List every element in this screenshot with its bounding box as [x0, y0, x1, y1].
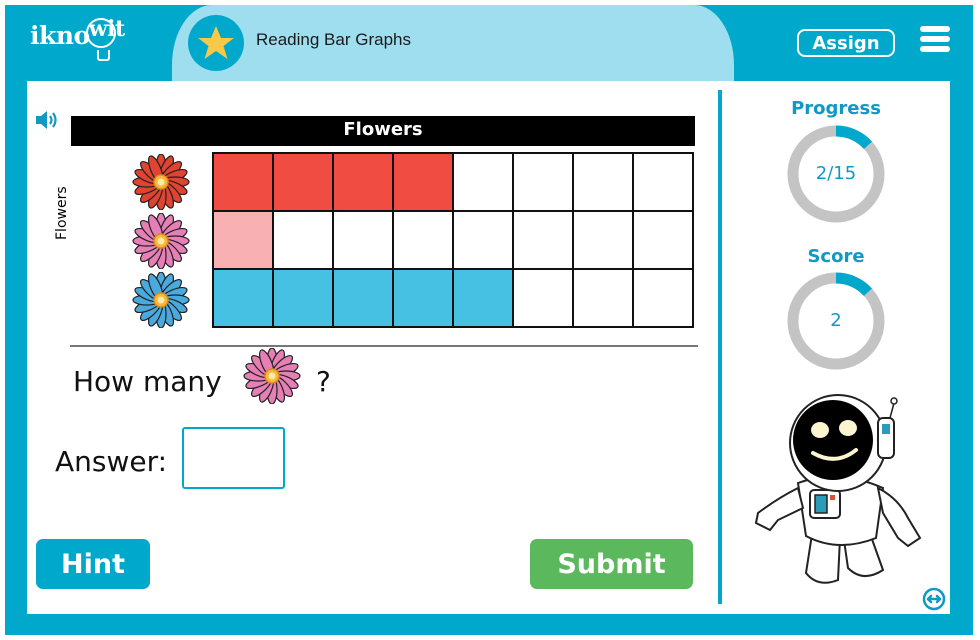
iknowit-logo[interactable]: ikno wit — [30, 16, 125, 61]
y-axis-label: Flowers — [54, 186, 70, 240]
star-icon — [188, 15, 244, 71]
chart-title: Flowers — [71, 116, 695, 146]
bar-cell-empty — [272, 210, 334, 270]
bar-cell-empty — [572, 210, 634, 270]
hint-button[interactable]: Hint — [36, 539, 150, 589]
progress-value: 2/15 — [815, 163, 857, 184]
bar-cell-filled — [392, 268, 454, 328]
score-value: 2 — [830, 310, 842, 331]
bar-row — [212, 268, 694, 328]
bar-graph-grid — [212, 152, 694, 328]
bar-cell-empty — [512, 268, 574, 328]
bar-cell-empty — [392, 210, 454, 270]
bar-cell-empty — [572, 152, 634, 212]
answer-label: Answer: — [55, 445, 168, 478]
bar-cell-filled — [332, 268, 394, 328]
logo-text: ikno — [30, 21, 90, 50]
assign-button[interactable]: Assign — [797, 29, 895, 57]
separator-line — [70, 345, 698, 347]
bar-cell-filled — [272, 268, 334, 328]
bar-cell-filled — [272, 152, 334, 212]
panel-divider — [718, 90, 722, 604]
blue-flower-icon — [126, 271, 196, 332]
question-mark: ? — [316, 365, 331, 398]
lightbulb-icon: wit — [85, 16, 125, 61]
pink-flower-icon — [237, 347, 307, 408]
bar-cell-filled — [212, 268, 274, 328]
answer-input[interactable] — [182, 427, 285, 489]
bar-cell-filled — [212, 210, 274, 270]
swap-horizontal-icon[interactable] — [922, 587, 946, 615]
bar-cell-filled — [332, 152, 394, 212]
bar-cell-empty — [572, 268, 634, 328]
submit-button[interactable]: Submit — [530, 539, 693, 589]
bar-cell-filled — [212, 152, 274, 212]
astronaut-mascot — [748, 388, 928, 597]
question-prompt: How many — [73, 365, 222, 398]
hamburger-menu-icon[interactable] — [920, 26, 950, 54]
lesson-title: Reading Bar Graphs — [256, 30, 411, 49]
pink-flower-icon — [126, 212, 196, 273]
bar-cell-empty — [332, 210, 394, 270]
bar-cell-empty — [632, 268, 694, 328]
progress-label: Progress — [791, 98, 881, 119]
bar-cell-empty — [452, 152, 514, 212]
bar-cell-filled — [392, 152, 454, 212]
bar-cell-empty — [632, 152, 694, 212]
bar-cell-empty — [512, 210, 574, 270]
score-label: Score — [807, 246, 865, 267]
red-flower-icon — [126, 153, 196, 214]
bar-cell-empty — [452, 210, 514, 270]
bar-row — [212, 152, 694, 212]
speaker-icon[interactable] — [35, 109, 61, 135]
bar-cell-empty — [512, 152, 574, 212]
bar-cell-empty — [632, 210, 694, 270]
bar-cell-filled — [452, 268, 514, 328]
bar-row — [212, 210, 694, 270]
